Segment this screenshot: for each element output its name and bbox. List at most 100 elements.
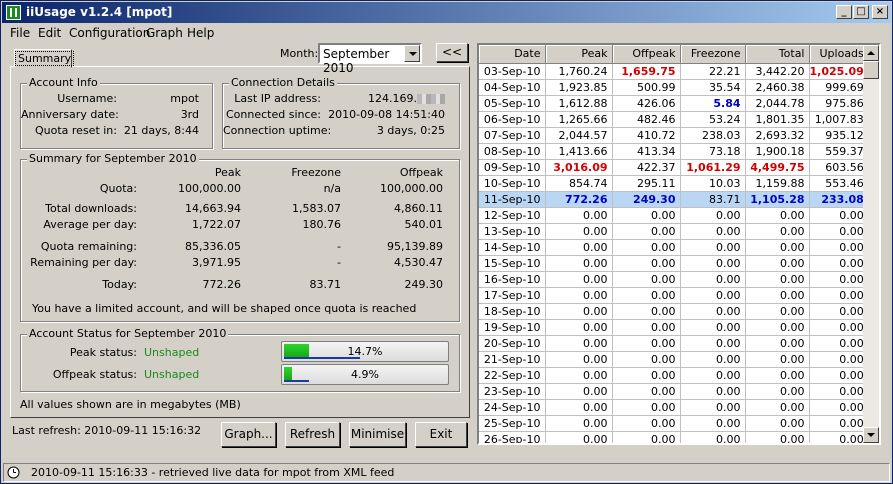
table-cell: 935.12 xyxy=(809,127,869,144)
account-info-title: Account Info xyxy=(27,76,100,89)
table-scrollbar[interactable] xyxy=(863,45,879,443)
table-cell: 16-Sep-10 xyxy=(479,271,546,288)
table-cell: 0.00 xyxy=(680,431,746,443)
menu-file[interactable]: File xyxy=(10,26,30,40)
table-cell: 25-Sep-10 xyxy=(479,415,546,432)
quota-reset-value: 21 days, 8:44 xyxy=(123,124,199,137)
table-cell: 0.00 xyxy=(545,415,613,432)
table-cell: 19-Sep-10 xyxy=(479,319,546,336)
table-cell: 0.00 xyxy=(745,367,810,384)
usage-table-container[interactable]: Date Peak Offpeak Freezone Total Uploads 03-S… xyxy=(477,43,881,445)
summary-cell: 249.30 xyxy=(404,278,444,291)
table-cell: 0.00 xyxy=(612,319,681,336)
table-cell: 0.00 xyxy=(545,223,613,240)
graph-button[interactable]: Graph... xyxy=(221,422,276,447)
table-row[interactable]: 14-Sep-10 0.00 0.00 0.00 0.00 0.00 xyxy=(479,239,869,256)
column-header-freezone[interactable]: Freezone xyxy=(680,45,746,64)
table-row[interactable]: 25-Sep-10 0.00 0.00 0.00 0.00 0.00 xyxy=(479,415,869,432)
column-header-uploads[interactable]: Uploads xyxy=(809,45,869,64)
table-cell: 0.00 xyxy=(745,223,810,240)
scroll-up-icon[interactable] xyxy=(863,45,879,61)
menu-bar: File Edit Configuration Graph Help xyxy=(2,24,891,43)
table-row[interactable]: 11-Sep-10 772.26 249.30 83.71 1,105.28 233.08 xyxy=(479,191,869,208)
table-row[interactable]: 13-Sep-10 0.00 0.00 0.00 0.00 0.00 xyxy=(479,223,869,240)
table-cell: 2,044.78 xyxy=(745,95,810,112)
table-row[interactable]: 05-Sep-10 1,612.88 426.06 5.84 2,044.78 975.8… xyxy=(479,95,869,112)
summary-cell: 85,336.05 xyxy=(185,240,241,253)
table-cell: 0.00 xyxy=(809,287,869,304)
minimise-button[interactable]: Minimise xyxy=(349,422,406,447)
menu-graph[interactable]: Graph xyxy=(146,26,183,40)
summary-cell: 83.71 xyxy=(309,278,342,291)
scroll-thumb[interactable] xyxy=(863,61,879,79)
table-row[interactable]: 06-Sep-10 1,265.66 482.46 53.24 1,801.35 1,00… xyxy=(479,111,869,128)
table-row[interactable]: 12-Sep-10 0.00 0.00 0.00 0.00 0.00 xyxy=(479,207,869,224)
table-row[interactable]: 19-Sep-10 0.00 0.00 0.00 0.00 0.00 xyxy=(479,319,869,336)
month-select[interactable]: September 2010 xyxy=(318,43,422,75)
menu-help[interactable]: Help xyxy=(187,26,214,40)
table-cell: 0.00 xyxy=(809,303,869,320)
table-cell: 83.71 xyxy=(680,191,746,208)
table-cell: 0.00 xyxy=(612,271,681,288)
refresh-button[interactable]: Refresh xyxy=(285,422,340,447)
summary-row-label: Average per day: xyxy=(43,218,137,231)
column-header-total[interactable]: Total xyxy=(745,45,810,64)
table-cell: 0.00 xyxy=(745,319,810,336)
table-row[interactable]: 07-Sep-10 2,044.57 410.72 238.03 2,693.32 935… xyxy=(479,127,869,144)
table-cell: 0.00 xyxy=(545,335,613,352)
scroll-down-icon[interactable] xyxy=(863,427,879,443)
column-header-date[interactable]: Date xyxy=(479,45,546,64)
table-row[interactable]: 26-Sep-10 0.00 0.00 0.00 0.00 0.00 xyxy=(479,431,869,443)
table-cell: 0.00 xyxy=(809,271,869,288)
summary-cell: 14,663.94 xyxy=(185,202,241,215)
table-row[interactable]: 22-Sep-10 0.00 0.00 0.00 0.00 0.00 xyxy=(479,367,869,384)
peak-status-label: Peak status: xyxy=(69,346,137,359)
tab-summary[interactable]: Summary xyxy=(14,49,75,68)
table-cell: 0.00 xyxy=(612,239,681,256)
main-window: iiUsage v1.2.4 [mpot] _ □ × File Edit Co… xyxy=(0,0,893,484)
connection-details-title: Connection Details xyxy=(229,76,337,89)
summary-row-label: Total downloads: xyxy=(45,202,137,215)
prev-month-button[interactable]: << xyxy=(436,43,468,62)
offpeak-status-value: Unshaped xyxy=(144,368,200,381)
table-row[interactable]: 17-Sep-10 0.00 0.00 0.00 0.00 0.00 xyxy=(479,287,869,304)
table-row[interactable]: 08-Sep-10 1,413.66 413.34 73.18 1,900.18 559.… xyxy=(479,143,869,160)
title-bar[interactable]: iiUsage v1.2.4 [mpot] _ □ × xyxy=(2,2,891,23)
table-cell: 0.00 xyxy=(809,367,869,384)
connected-since-value: 2010-09-08 14:51:40 xyxy=(328,108,445,121)
table-cell: 854.74 xyxy=(545,175,613,192)
chevron-down-icon[interactable] xyxy=(404,45,420,62)
menu-configuration[interactable]: Configuration xyxy=(69,26,150,40)
table-cell: 1,900.18 xyxy=(745,143,810,160)
maximize-icon[interactable]: □ xyxy=(853,5,869,19)
table-cell: 1,265.66 xyxy=(545,111,613,128)
table-row[interactable]: 09-Sep-10 3,016.09 422.37 1,061.29 4,499.75 6… xyxy=(479,159,869,176)
table-row[interactable]: 21-Sep-10 0.00 0.00 0.00 0.00 0.00 xyxy=(479,351,869,368)
table-cell: 13-Sep-10 xyxy=(479,223,546,240)
exit-button[interactable]: Exit xyxy=(415,422,467,447)
table-row[interactable]: 10-Sep-10 854.74 295.11 10.03 1,159.88 553.46 xyxy=(479,175,869,192)
peak-status-value: Unshaped xyxy=(144,346,200,359)
close-icon[interactable]: × xyxy=(872,5,888,19)
column-header-offpeak[interactable]: Offpeak xyxy=(612,45,681,64)
table-row[interactable]: 16-Sep-10 0.00 0.00 0.00 0.00 0.00 xyxy=(479,271,869,288)
table-row[interactable]: 15-Sep-10 0.00 0.00 0.00 0.00 0.00 xyxy=(479,255,869,272)
table-row[interactable]: 03-Sep-10 1,760.24 1,659.75 22.21 3,442.20 1,… xyxy=(479,63,869,80)
table-row[interactable]: 23-Sep-10 0.00 0.00 0.00 0.00 0.00 xyxy=(479,383,869,400)
minimize-icon[interactable]: _ xyxy=(836,5,852,19)
offpeak-progress-text: 4.9% xyxy=(351,368,379,381)
peak-progress-bar: 14.7% xyxy=(281,341,449,362)
table-row[interactable]: 20-Sep-10 0.00 0.00 0.00 0.00 0.00 xyxy=(479,335,869,352)
summary-cell: 4,530.47 xyxy=(394,256,443,269)
table-cell: 0.00 xyxy=(612,399,681,416)
table-row[interactable]: 04-Sep-10 1,923.85 500.99 35.54 2,460.38 999.… xyxy=(479,79,869,96)
table-row[interactable]: 18-Sep-10 0.00 0.00 0.00 0.00 0.00 xyxy=(479,303,869,320)
menu-edit[interactable]: Edit xyxy=(38,26,61,40)
table-cell: 603.56 xyxy=(809,159,869,176)
table-cell: 22.21 xyxy=(680,63,746,80)
summary-row-label: Today: xyxy=(102,278,137,291)
table-cell: 24-Sep-10 xyxy=(479,399,546,416)
table-cell: 1,007.83 xyxy=(809,111,869,128)
column-header-peak[interactable]: Peak xyxy=(545,45,613,64)
table-row[interactable]: 24-Sep-10 0.00 0.00 0.00 0.00 0.00 xyxy=(479,399,869,416)
